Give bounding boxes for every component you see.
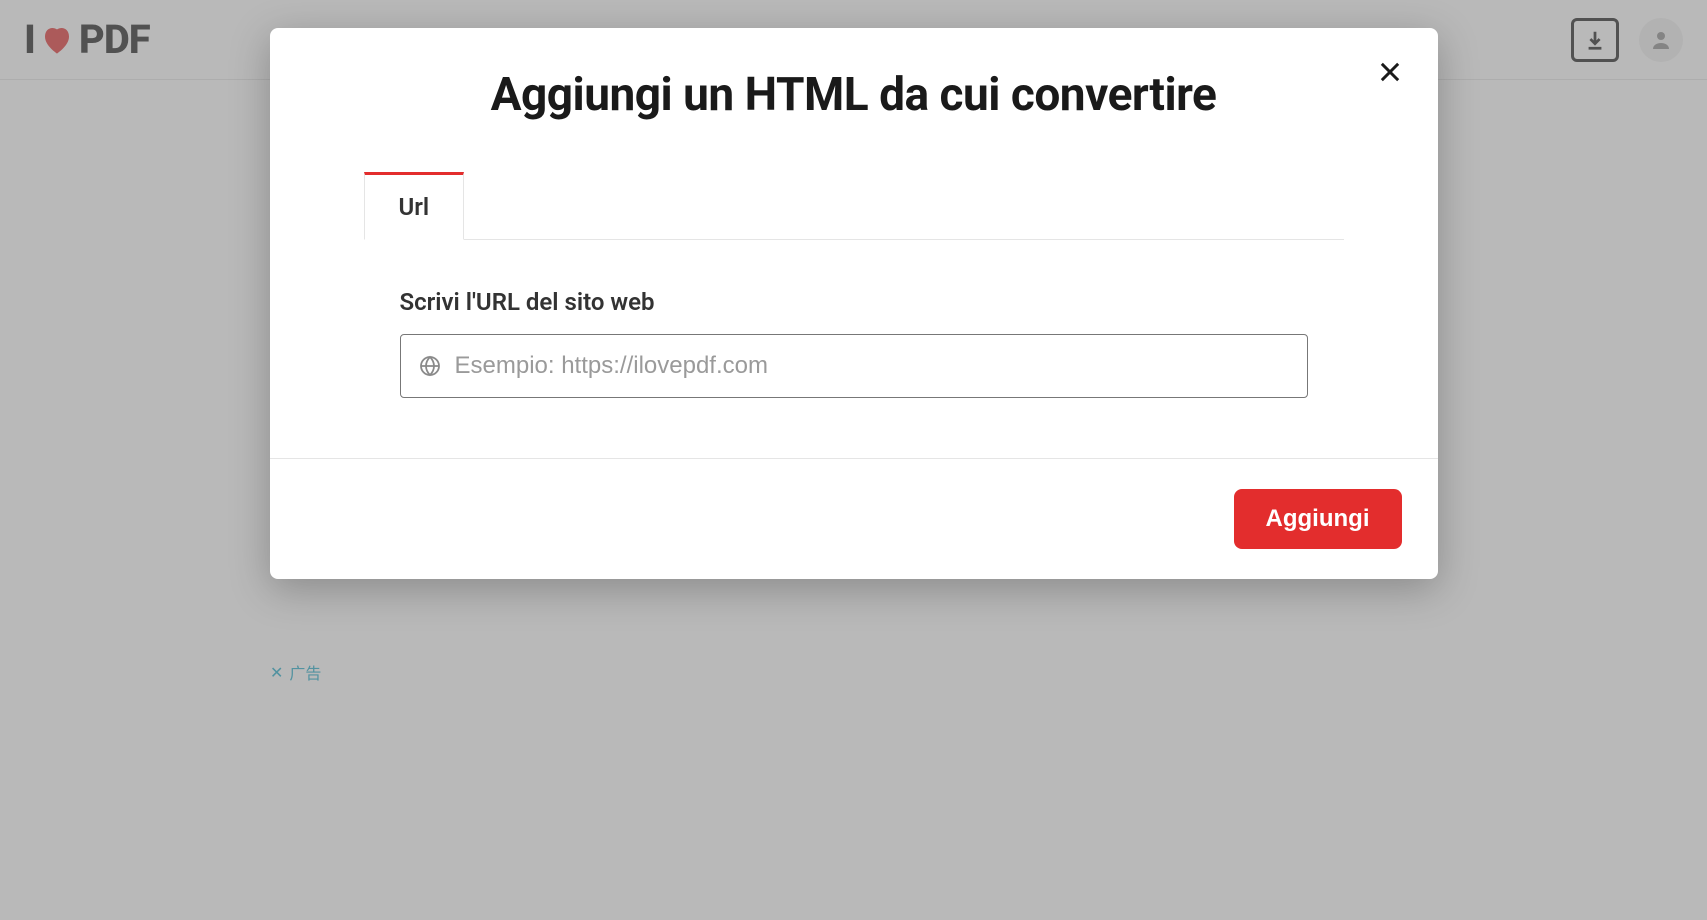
modal-footer: Aggiungi — [270, 458, 1438, 579]
modal-overlay: Aggiungi un HTML da cui convertire Url S… — [0, 0, 1707, 920]
add-html-modal: Aggiungi un HTML da cui convertire Url S… — [270, 28, 1438, 579]
url-field-area: Scrivi l'URL del sito web — [364, 240, 1344, 398]
tab-label: Url — [399, 193, 430, 221]
globe-icon — [418, 354, 442, 378]
tabs: Url — [364, 172, 1344, 240]
modal-body: Url Scrivi l'URL del sito web — [270, 142, 1438, 458]
url-field-label: Scrivi l'URL del sito web — [400, 288, 1308, 316]
add-button[interactable]: Aggiungi — [1234, 489, 1402, 549]
add-button-label: Aggiungi — [1266, 505, 1370, 532]
close-icon — [1376, 58, 1404, 86]
close-button[interactable] — [1370, 52, 1410, 92]
url-input-wrap — [400, 334, 1308, 398]
url-input[interactable] — [400, 334, 1308, 398]
modal-title: Aggiungi un HTML da cui convertire — [270, 28, 1438, 142]
tab-url[interactable]: Url — [364, 172, 465, 240]
